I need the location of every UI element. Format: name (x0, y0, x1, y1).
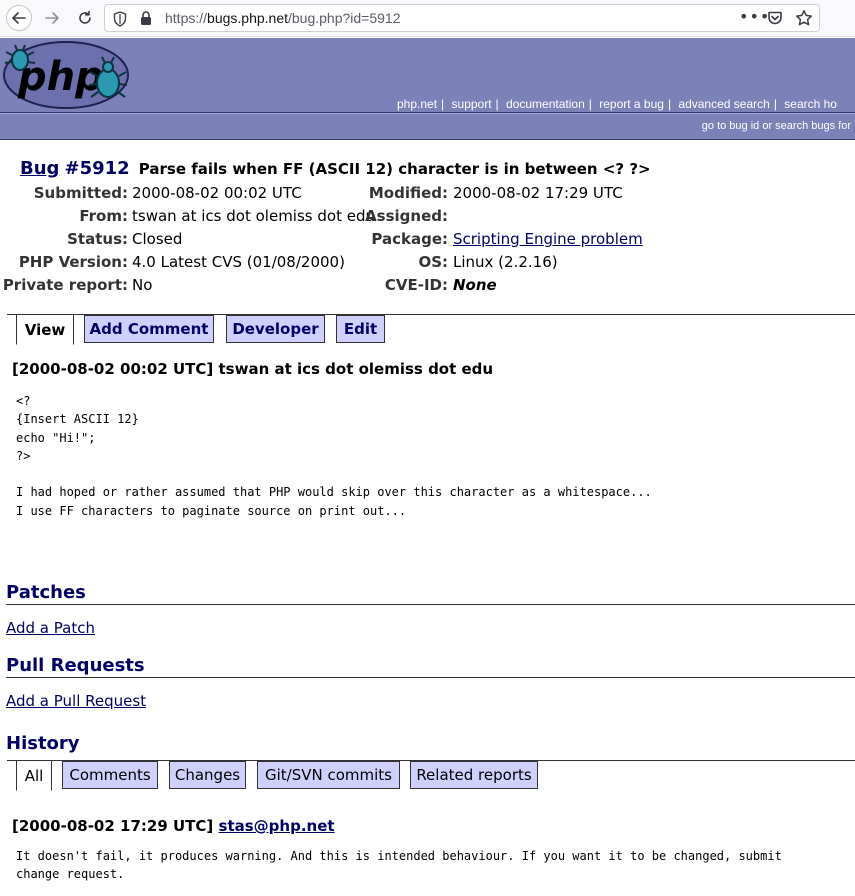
page-title: Bug #5912 Parse fails when FF (ASCII 12)… (20, 158, 651, 179)
version-row: PHP Version: 4.0 Latest CVS (01/08/2000)… (0, 253, 855, 275)
cve-id-label: CVE-ID: (384, 276, 448, 294)
comment-header: [2000-08-02 00:02 UTC] tswan at ics dot … (12, 360, 494, 378)
package-value: Scripting Engine problem (453, 230, 643, 248)
cve-id-value: None (453, 276, 497, 294)
private-report-value: No (132, 276, 153, 294)
nav-link-support[interactable]: support (452, 97, 492, 111)
forward-button[interactable] (39, 5, 65, 31)
nav-link-advanced-search[interactable]: advanced search (678, 97, 769, 111)
back-button[interactable] (6, 5, 32, 31)
private-report-label: Private report: (2, 276, 128, 294)
tab-edit[interactable]: Edit (336, 315, 385, 343)
add-pull-request-link[interactable]: Add a Pull Request (6, 692, 146, 710)
package-link[interactable]: Scripting Engine problem (453, 230, 643, 248)
arrow-left-icon (12, 12, 26, 24)
patches-rule (6, 604, 855, 605)
history-heading: History (6, 733, 80, 754)
bug-summary: Parse fails when FF (ASCII 12) character… (138, 160, 651, 178)
comment-body: <? {Insert ASCII 12} echo "Hi!"; ?> I ha… (16, 394, 652, 518)
add-patch-link[interactable]: Add a Patch (6, 619, 95, 637)
patches-heading: Patches (6, 582, 86, 603)
lock-icon[interactable] (140, 11, 152, 26)
php-version-label: PHP Version: (18, 253, 128, 271)
bug-link[interactable]: Bug (20, 158, 59, 179)
search-bugs-label: go to bug id or search bugs for (701, 120, 851, 132)
arrow-right-icon (45, 12, 59, 24)
from-value: tswan at ics dot olemiss dot edu (132, 207, 375, 225)
nav-separator: | (667, 97, 672, 111)
svg-text:php: php (17, 54, 104, 100)
private-row: Private report: No CVE-ID: None (0, 276, 855, 298)
status-value: Closed (132, 230, 183, 248)
shield-icon[interactable] (113, 11, 127, 27)
history-tab-all[interactable]: All (16, 760, 52, 791)
status-row: Status: Closed Package: Scripting Engine… (0, 230, 855, 252)
history-tab-git-svn-commits[interactable]: Git/SVN commits (257, 761, 400, 789)
package-label: Package: (371, 230, 448, 248)
php-version-value: 4.0 Latest CVS (01/08/2000) (132, 253, 345, 271)
assigned-label: Assigned: (365, 207, 448, 225)
nav-separator: | (441, 97, 445, 111)
tab-add-comment[interactable]: Add Comment (84, 315, 214, 343)
nav-link-report-a-bug[interactable]: report a bug (599, 97, 664, 111)
php-bug-logo[interactable]: php (0, 38, 135, 113)
url-text[interactable]: https://bugs.php.net/bug.php?id=5912 (165, 10, 401, 26)
nav-separator: | (588, 97, 592, 111)
pull-requests-heading: Pull Requests (6, 655, 145, 676)
history-comment-header: [2000-08-02 17:29 UTC] stas@php.net (12, 817, 335, 835)
nav-link-documentation[interactable]: documentation (506, 97, 585, 111)
page-actions-menu-icon[interactable]: ••• (739, 7, 770, 26)
top-nav: php.net | support | documentation | report … (393, 97, 841, 111)
bookmark-star-icon[interactable] (795, 9, 813, 27)
history-tab-comments[interactable]: Comments (62, 761, 158, 789)
from-label: From: (79, 207, 128, 225)
history-tab-changes[interactable]: Changes (169, 761, 246, 789)
pull-requests-rule (6, 677, 855, 678)
address-bar[interactable]: https://bugs.php.net/bug.php?id=5912 ••• (104, 4, 820, 32)
nav-link-php-net[interactable]: php.net (397, 97, 437, 111)
pocket-icon[interactable] (767, 10, 783, 26)
browser-toolbar: https://bugs.php.net/bug.php?id=5912 ••• (0, 0, 855, 37)
os-value: Linux (2.2.16) (453, 253, 558, 271)
nav-separator: | (495, 97, 499, 111)
nav-separator: | (773, 97, 777, 111)
search-bar: go to bug id or search bugs for (0, 113, 855, 140)
history-tab-related-reports[interactable]: Related reports (410, 761, 538, 789)
history-comment-author-link[interactable]: stas@php.net (219, 817, 335, 835)
submitted-label: Submitted: (33, 184, 128, 202)
reload-button[interactable] (72, 5, 98, 31)
modified-value: 2000-08-02 17:29 UTC (453, 184, 623, 202)
tab-view[interactable]: View (16, 314, 74, 345)
tab-developer[interactable]: Developer (226, 315, 325, 343)
nav-link-search-howto[interactable]: search ho (784, 97, 837, 111)
modified-label: Modified: (368, 184, 448, 202)
os-label: OS: (418, 253, 448, 271)
status-label: Status: (67, 230, 128, 248)
submitted-row: Submitted: 2000-08-02 00:02 UTC Modified… (0, 184, 855, 206)
bug-number: #5912 (64, 158, 130, 179)
from-row: From: tswan at ics dot olemiss dot edu A… (0, 207, 855, 229)
reload-icon (79, 10, 91, 24)
history-comment-body: It doesn't fail, it produces warning. An… (16, 849, 782, 882)
history-comment-date: [2000-08-02 17:29 UTC] (12, 817, 214, 835)
submitted-value: 2000-08-02 00:02 UTC (132, 184, 302, 202)
